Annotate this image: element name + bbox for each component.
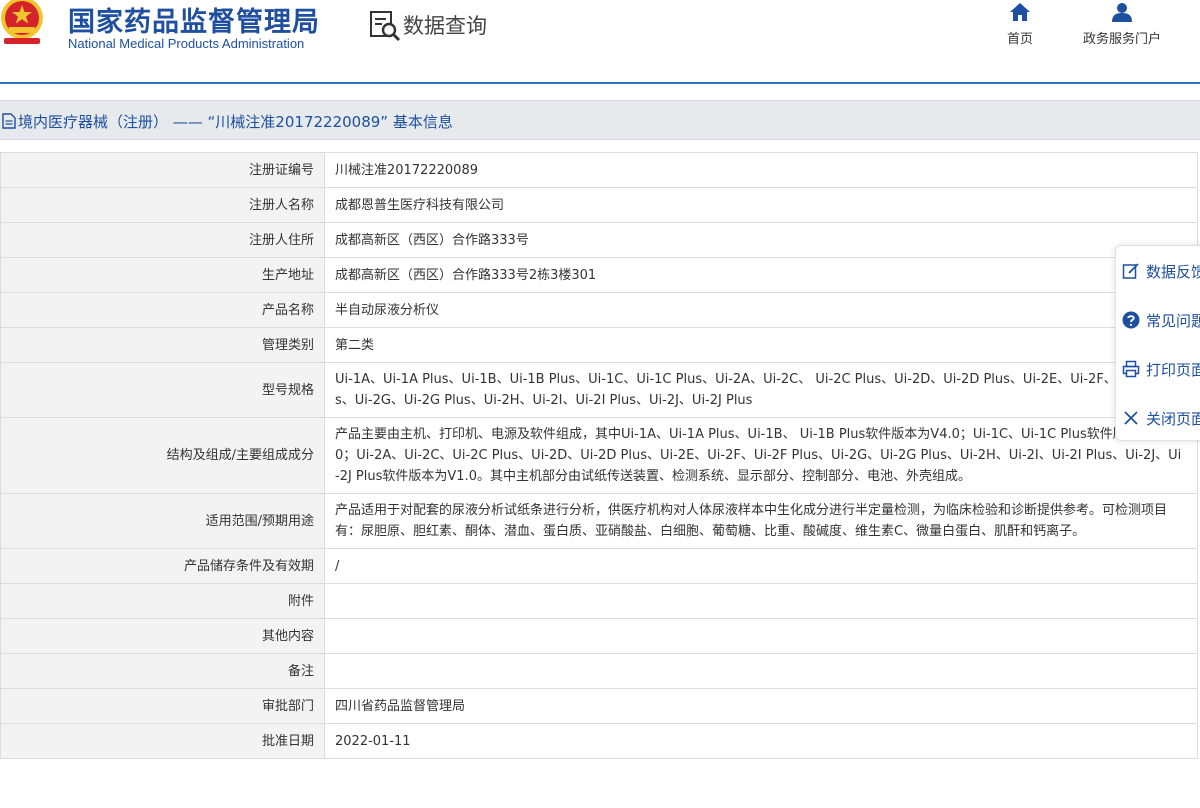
table-row: 其他内容 [0,618,1198,654]
section-header: 境内医疗器械（注册） —— “川械注准20172220089” 基本信息 [0,100,1200,140]
table-row: 附件 [0,583,1198,619]
table-row: 产品名称 半自动尿液分析仪 [0,292,1198,328]
edit-icon [1122,263,1139,279]
nav-portal-link[interactable]: 政务服务门户 [1072,2,1172,47]
data-query-title: 数据查询 [403,14,487,38]
table-row: 产品储存条件及有效期 / [0,548,1198,584]
home-icon [1010,3,1030,21]
row-value: Ui-1A、Ui-1A Plus、Ui-1B、Ui-1B Plus、Ui-1C、… [324,362,1198,418]
row-label: 生产地址 [0,257,325,293]
row-value: 成都高新区（西区）合作路333号 [324,222,1198,258]
table-row: 注册人住所 成都高新区（西区）合作路333号 [0,222,1198,258]
site-title: 国家药品监督管理局 [68,7,320,38]
close-page-label: 关闭页面 [1146,410,1200,428]
device-info-table: 注册证编号 川械注准20172220089 注册人名称 成都恩普生医疗科技有限公司 … [0,152,1198,759]
header-divider [0,82,1200,84]
table-row: 审批部门 四川省药品监督管理局 [0,688,1198,724]
nav-portal-label: 政务服务门户 [1082,32,1161,47]
row-label: 附件 [0,583,325,619]
table-row: 管理类别 第二类 [0,327,1198,363]
print-label: 打印页面 [1146,361,1200,379]
feedback-label: 数据反馈 [1146,263,1200,281]
data-query-icon [370,11,401,42]
table-row: 备注 [0,653,1198,689]
row-label: 结构及组成/主要组成成分 [0,417,325,494]
row-label: 注册证编号 [0,152,325,188]
feedback-button[interactable]: 数据反馈 [1116,251,1200,291]
floating-toolbar: 数据反馈 常见问题 打印页面 关闭页面 [1115,245,1200,441]
row-value [324,653,1198,689]
close-page-button[interactable]: 关闭页面 [1116,398,1200,438]
faq-label: 常见问题 [1146,312,1200,330]
faq-button[interactable]: 常见问题 [1116,300,1200,340]
national-emblem-icon [1,0,43,44]
row-value: 成都高新区（西区）合作路333号2栋3楼301 [324,257,1198,293]
row-value: 产品主要由主机、打印机、电源及软件组成，其中Ui-1A、Ui-1A Plus、U… [324,417,1198,494]
row-value [324,618,1198,654]
row-label: 适用范围/预期用途 [0,493,325,549]
row-label: 审批部门 [0,688,325,724]
row-value: 成都恩普生医疗科技有限公司 [324,187,1198,223]
section-title: 境内医疗器械（注册） —— “川械注准20172220089” 基本信息 [2,111,453,132]
table-row: 结构及组成/主要组成成分 产品主要由主机、打印机、电源及软件组成，其中Ui-1A、… [0,417,1198,494]
table-row: 注册人名称 成都恩普生医疗科技有限公司 [0,187,1198,223]
row-label: 产品储存条件及有效期 [0,548,325,584]
row-value: 第二类 [324,327,1198,363]
close-icon [1124,411,1138,425]
table-row: 型号规格 Ui-1A、Ui-1A Plus、Ui-1B、Ui-1B Plus、Ui… [0,362,1198,418]
row-label: 其他内容 [0,618,325,654]
row-value: 半自动尿液分析仪 [324,292,1198,328]
table-row: 适用范围/预期用途 产品适用于对配套的尿液分析试纸条进行分析，供医疗机构对人体尿液… [0,493,1198,549]
row-label: 产品名称 [0,292,325,328]
table-row: 注册证编号 川械注准20172220089 [0,152,1198,188]
site-header: 国家药品监督管理局 National Medical Products Admi… [0,0,1200,82]
row-value: 四川省药品监督管理局 [324,688,1198,724]
row-label: 注册人住所 [0,222,325,258]
table-row: 生产地址 成都高新区（西区）合作路333号2栋3楼301 [0,257,1198,293]
printer-icon [1122,360,1140,378]
row-label: 批准日期 [0,723,325,759]
row-label: 备注 [0,653,325,689]
row-label: 型号规格 [0,362,325,418]
row-value: 川械注准20172220089 [324,152,1198,188]
nav-home-link[interactable]: 首页 [996,2,1044,47]
question-icon [1122,311,1140,329]
row-value: 产品适用于对配套的尿液分析试纸条进行分析，供医疗机构对人体尿液样本中生化成分进行… [324,493,1198,549]
section-title-text: 境内医疗器械（注册） —— “川械注准20172220089” 基本信息 [18,113,453,131]
print-button[interactable]: 打印页面 [1116,349,1200,389]
row-label: 管理类别 [0,327,325,363]
nav-home-label: 首页 [1006,32,1033,47]
row-value: / [324,548,1198,584]
row-value [324,583,1198,619]
table-row: 批准日期 2022-01-11 [0,723,1198,759]
row-label: 注册人名称 [0,187,325,223]
user-icon [1112,3,1132,22]
document-icon [2,113,16,129]
row-value: 2022-01-11 [324,723,1198,759]
site-subtitle: National Medical Products Administration [68,36,305,51]
